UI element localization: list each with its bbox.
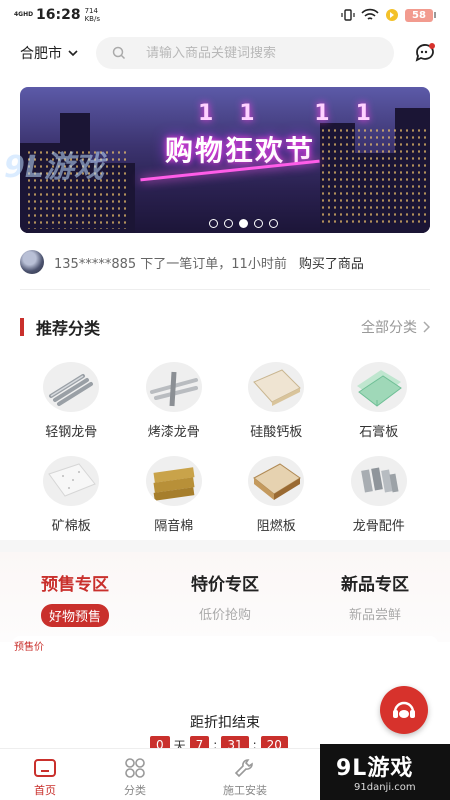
keel-accessories-icon	[350, 456, 407, 506]
status-bar: 4GHD 16:28 714 KB/s 58	[0, 0, 450, 30]
wrench-icon	[234, 759, 253, 778]
category-item[interactable]: 阻燃板	[225, 456, 328, 534]
ticker-user: 135*****885 下了一笔订单，11小时前	[54, 256, 287, 272]
city-label: 合肥市	[20, 46, 62, 62]
network-speed: 714 KB/s	[84, 7, 100, 23]
pagination-dot[interactable]	[238, 219, 248, 228]
countdown-title: 距折扣结束	[190, 715, 260, 731]
section-gap	[0, 540, 450, 552]
pagination-dot[interactable]	[208, 219, 218, 228]
watermark-logo: 9L游戏	[4, 150, 104, 185]
pagination-dot[interactable]	[253, 219, 263, 228]
tab-special-price[interactable]: 特价专区 低价抢购	[150, 570, 300, 623]
category-item[interactable]: 龙骨配件	[328, 456, 431, 534]
category-item[interactable]: 石膏板	[328, 362, 431, 440]
category-item[interactable]: 烤漆龙骨	[123, 362, 226, 440]
home-icon	[34, 759, 56, 777]
zone-tabs: 预售专区 好物预售 特价专区 低价抢购 新品专区 新品尝鲜	[0, 552, 450, 642]
nav-home[interactable]: 首页	[0, 749, 90, 800]
category-item[interactable]: 矿棉板	[20, 456, 123, 534]
network-indicator: 4GHD	[14, 11, 34, 18]
category-icon	[125, 758, 145, 778]
tab-presale[interactable]: 预售专区 好物预售	[0, 570, 150, 627]
signal-icon	[386, 9, 398, 21]
nav-category[interactable]: 分类	[90, 749, 180, 800]
header: 合肥市	[0, 36, 450, 70]
chevron-down-icon	[68, 49, 78, 56]
ticker-result: 购买了商品	[298, 256, 364, 272]
clock: 16:28	[36, 7, 81, 23]
search-icon	[112, 46, 126, 60]
all-categories-link[interactable]: 全部分类	[361, 317, 430, 337]
category-grid: 轻钢龙骨 烤漆龙骨 硅酸钙板 石膏板 矿棉板 隔音棉 阻燃板 龙骨配件	[20, 362, 430, 534]
avatar	[20, 250, 44, 274]
order-ticker: 135*****885 下了一笔订单，11小时前 购买了商品	[20, 250, 430, 274]
vibrate-icon	[341, 9, 355, 21]
section-title: 推荐分类	[36, 319, 101, 338]
category-item[interactable]: 隔音棉	[123, 456, 226, 534]
recommend-header: 推荐分类 全部分类	[20, 316, 430, 338]
gypsum-board-icon	[350, 362, 407, 412]
battery-indicator: 58	[405, 8, 436, 22]
presale-price-tag: 预售价	[14, 642, 44, 653]
category-item[interactable]: 硅酸钙板	[225, 362, 328, 440]
category-item[interactable]: 轻钢龙骨	[20, 362, 123, 440]
sound-insulation-cotton-icon	[145, 456, 202, 506]
divider	[20, 289, 430, 290]
nav-installation[interactable]: 施工安装	[180, 749, 310, 800]
wifi-icon	[361, 8, 379, 20]
customer-service-button[interactable]	[380, 686, 428, 734]
calcium-silicate-board-icon	[248, 362, 305, 412]
pagination-dot[interactable]	[223, 219, 233, 228]
battery-level: 58	[405, 8, 433, 22]
painted-keel-icon	[145, 362, 202, 412]
city-selector[interactable]: 合肥市	[20, 43, 96, 63]
fire-retardant-board-icon	[248, 456, 305, 506]
chevron-right-icon	[423, 321, 430, 333]
headset-icon	[393, 701, 415, 718]
search-bar[interactable]	[96, 37, 394, 69]
pagination-dot[interactable]	[268, 219, 278, 228]
light-steel-keel-icon	[43, 362, 100, 412]
message-button[interactable]	[414, 42, 436, 64]
banner-pagination	[20, 219, 430, 228]
search-input[interactable]	[146, 45, 346, 61]
chat-bubble-icon	[415, 43, 435, 62]
mineral-wool-board-icon	[43, 456, 100, 506]
watermark: 9L游戏 91danji.com	[320, 744, 450, 800]
banner-eleven: 11 11	[198, 101, 397, 126]
tab-new-products[interactable]: 新品专区 新品尝鲜	[300, 570, 450, 623]
